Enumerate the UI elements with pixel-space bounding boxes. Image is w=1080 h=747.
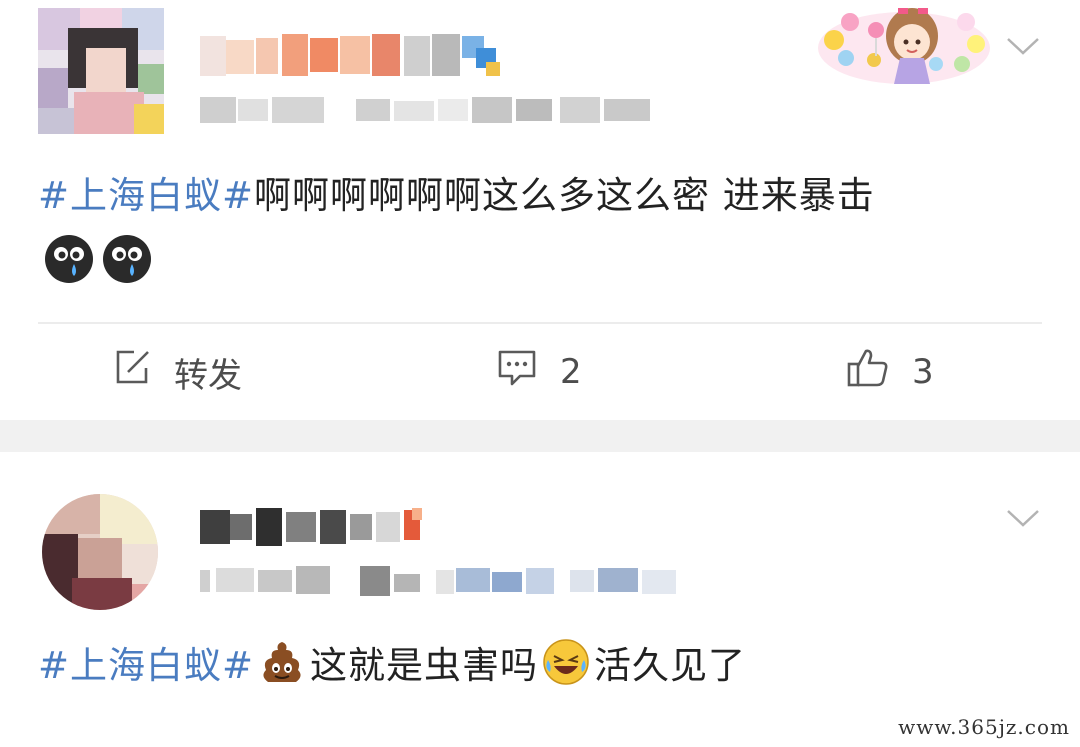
like-count: 3 xyxy=(912,352,934,392)
watermark: www.365jz.com xyxy=(898,715,1070,739)
post-separator xyxy=(0,420,1080,452)
username-blurred[interactable] xyxy=(200,504,440,550)
divider xyxy=(38,322,1042,324)
poop-icon xyxy=(258,638,306,686)
post-text: 活久见了 xyxy=(594,644,747,687)
laughing-crying-icon xyxy=(542,638,590,686)
post-meta-blurred xyxy=(200,95,660,125)
post-content: #上海白蚁#啊啊啊啊啊啊这么多这么密 进来暴击 xyxy=(38,168,1038,224)
thumbs-up-icon xyxy=(846,347,890,398)
hashtag-link[interactable]: #上海白蚁# xyxy=(38,644,254,687)
forward-button[interactable]: 转发 xyxy=(112,342,242,402)
avatar[interactable] xyxy=(42,494,158,610)
forward-label: 转发 xyxy=(174,355,242,396)
hashtag-link[interactable]: #上海白蚁# xyxy=(38,174,254,217)
post-text: 这就是虫害吗 xyxy=(310,644,539,687)
crying-face-icon xyxy=(102,234,152,288)
share-icon xyxy=(112,348,152,397)
post-text: 啊啊啊啊啊啊这么多这么密 进来暴击 xyxy=(254,174,875,217)
comment-count: 2 xyxy=(560,352,582,392)
chevron-down-icon[interactable] xyxy=(1006,36,1040,56)
post-meta-blurred xyxy=(200,564,680,598)
weibo-post-1: #上海白蚁#啊啊啊啊啊啊这么多这么密 进来暴击 转发 2 3 xyxy=(0,0,1080,420)
weibo-post-2: #上海白蚁# 这就是虫害吗 活久见了 xyxy=(0,452,1080,747)
post-content: #上海白蚁# 这就是虫害吗 活久见了 xyxy=(38,638,1038,694)
user-badge-image xyxy=(816,0,992,84)
chevron-down-icon[interactable] xyxy=(1006,508,1040,528)
username-blurred[interactable] xyxy=(200,30,510,82)
comment-button[interactable]: 2 xyxy=(496,342,582,402)
comment-icon xyxy=(496,348,538,397)
emoji-row xyxy=(44,234,152,288)
crying-face-icon xyxy=(44,234,94,288)
avatar[interactable] xyxy=(38,8,164,134)
like-button[interactable]: 3 xyxy=(846,342,934,402)
